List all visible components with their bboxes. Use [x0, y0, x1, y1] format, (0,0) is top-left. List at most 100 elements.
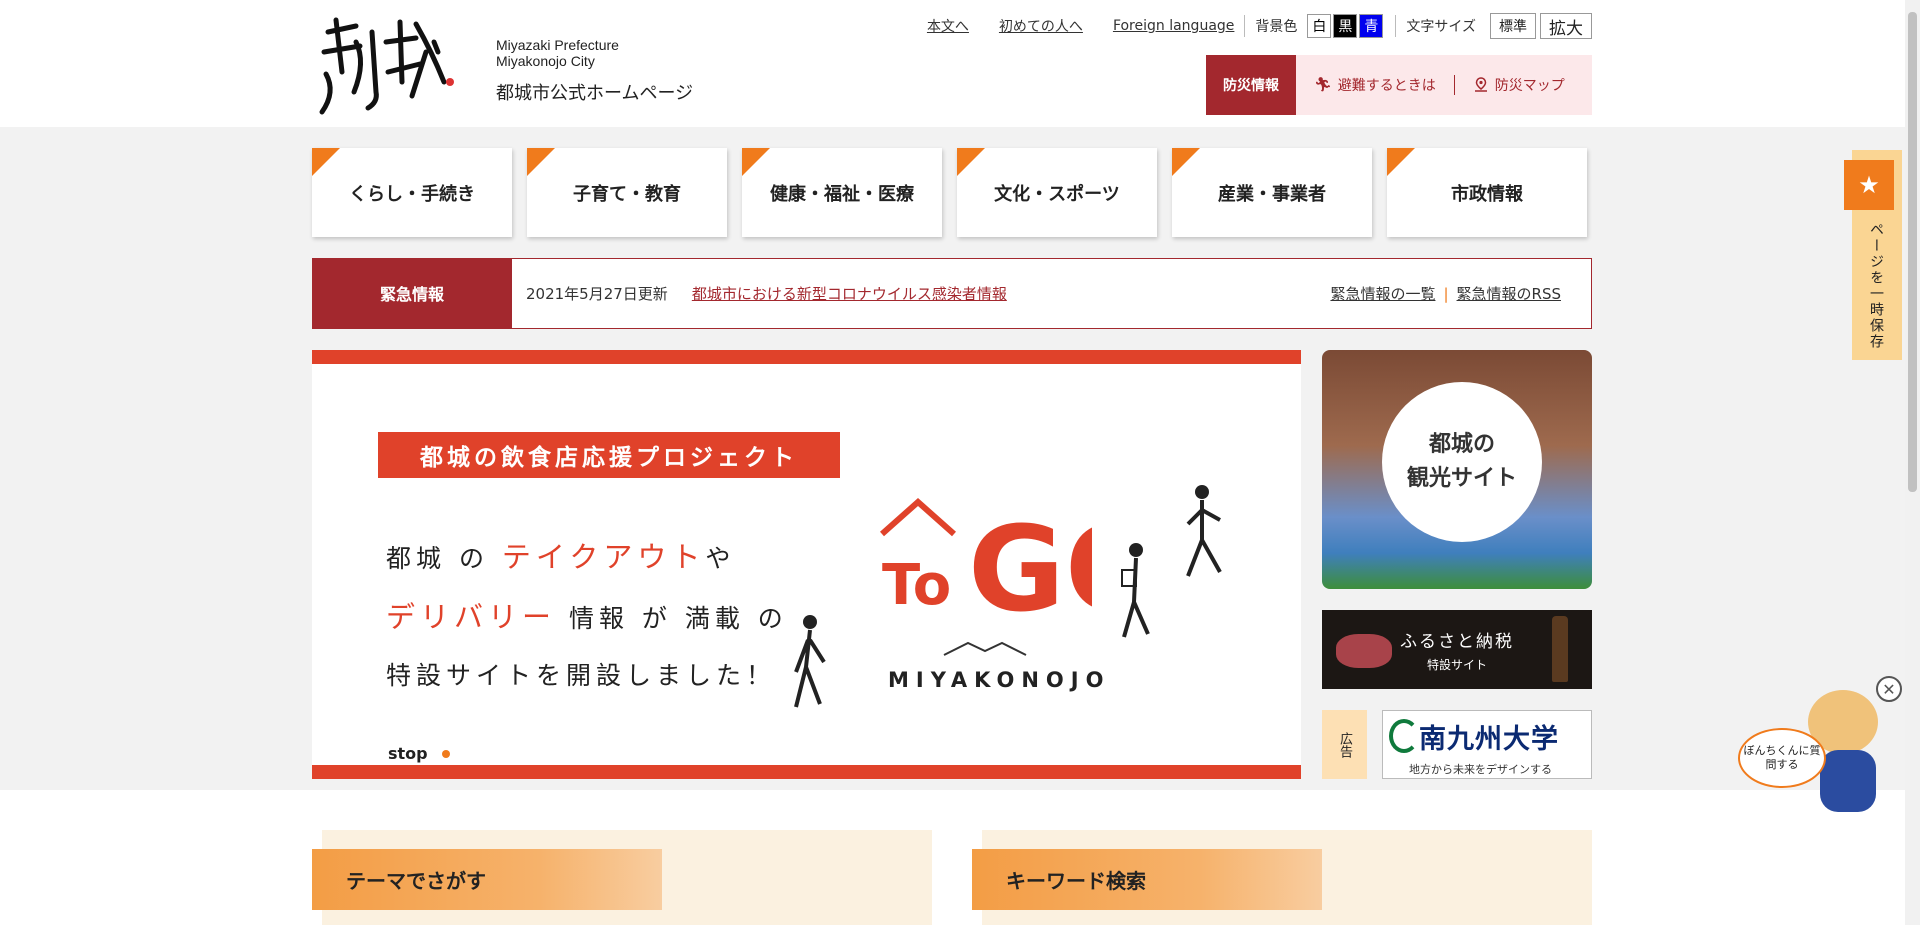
global-nav: くらし・手続き 子育て・教育 健康・福祉・医療 文化・スポーツ 産業・事業者 市… [312, 148, 1592, 237]
page-scrollbar[interactable] [1905, 0, 1920, 925]
emergency-rss-link[interactable]: 緊急情報のRSS [1457, 283, 1561, 304]
city-logo-mark[interactable] [316, 12, 456, 116]
banner-line1-b: や [705, 544, 736, 573]
evacuation-label: 避難するときは [1337, 78, 1436, 94]
bg-color-label: 背景色 [1255, 19, 1298, 35]
hazard-map-label: 防災マップ [1494, 78, 1565, 94]
keyword-search-heading: キーワード検索 [972, 849, 1322, 910]
logo-text[interactable]: Miyazaki Prefecture Miyakonojo City 都城市公… [496, 37, 693, 105]
corner-accent [312, 148, 340, 176]
university-ad-banner[interactable]: 南九州大学 地方から未来をデザインする [1382, 710, 1592, 779]
nav-label: 文化・スポーツ [994, 183, 1120, 205]
beef-image [1336, 634, 1392, 668]
nav-living[interactable]: くらし・手続き [312, 148, 512, 237]
covid-info-link[interactable]: 都城市における新型コロナウイルス感染者情報 [692, 283, 1007, 304]
furusato-tax-banner[interactable]: ふるさと納税 特設サイト [1322, 610, 1592, 689]
emergency-date: 2021年5月27日更新 [526, 285, 668, 303]
emergency-list-link[interactable]: 緊急情報の一覧 [1330, 283, 1435, 304]
walking-person-illustration [794, 615, 826, 708]
logo-jp: 都城市公式ホームページ [496, 83, 694, 104]
tourism-site-banner[interactable]: 都城の 観光サイト [1322, 350, 1592, 589]
foreign-language-link[interactable]: Foreign language [1113, 18, 1234, 34]
nav-label: 健康・福祉・医療 [770, 183, 914, 205]
mascot-chat-bubble[interactable]: ぼんちくんに質問する [1738, 728, 1826, 788]
furusato-title: ふるさと納税 [1400, 631, 1514, 652]
banner-logo-subtitle: MIYAKONOJO [888, 668, 1111, 692]
font-large-button[interactable]: 拡大 [1540, 13, 1592, 39]
divider: | [1443, 284, 1449, 303]
disaster-info-bar: 防災情報 🏃︎ 避難するときは 防災マップ [1206, 55, 1592, 115]
tourism-line1: 都城の [1428, 432, 1495, 457]
banner-line2-b: 情報 が 満載 の [556, 604, 788, 633]
emergency-links: 緊急情報の一覧 | 緊急情報のRSS [1330, 283, 1561, 304]
nav-industry[interactable]: 産業・事業者 [1172, 148, 1372, 237]
nav-label: 市政情報 [1451, 183, 1523, 205]
university-logo-icon [1389, 719, 1419, 753]
evacuation-link[interactable]: 🏃︎ 避難するときは [1296, 55, 1454, 115]
site-header: Miyazaki Prefecture Miyakonojo City 都城市公… [0, 0, 1905, 127]
first-visit-link[interactable]: 初めての人へ [999, 16, 1083, 36]
furusato-subtitle: 特設サイト [1426, 657, 1487, 672]
corner-accent [1387, 148, 1415, 176]
running-person-illustration [1186, 485, 1222, 577]
keyword-search-section: キーワード検索 [972, 830, 1592, 925]
mountain-icon [943, 641, 1027, 656]
corner-accent [742, 148, 770, 176]
banner-line-1: 都城 の テイクアウトや [386, 534, 735, 576]
togo-logo: To GO [880, 497, 1092, 622]
banner-line1-a: 都城 の [386, 544, 502, 573]
shochu-bottle-image [1552, 616, 1568, 682]
theme-search-heading: テーマでさがす [312, 849, 662, 910]
scrollbar-thumb[interactable] [1908, 12, 1917, 492]
disaster-info-title[interactable]: 防災情報 [1206, 55, 1296, 115]
university-ad-title: 南九州大学 [1419, 724, 1559, 755]
corner-accent [527, 148, 555, 176]
banner-title: 都城の飲食店応援プロジェクト [378, 432, 840, 478]
logo-go-text: GO [968, 500, 1092, 622]
hazard-map-link[interactable]: 防災マップ [1455, 55, 1583, 115]
font-size-label: 文字サイズ [1406, 19, 1476, 35]
delivery-person-illustration [1121, 543, 1150, 638]
nav-health[interactable]: 健康・福祉・医療 [742, 148, 942, 237]
close-icon[interactable]: ✕ [1876, 676, 1902, 702]
theme-search-section: テーマでさがす [312, 830, 932, 925]
divider [1395, 15, 1397, 37]
tourism-line2: 観光サイト [1406, 466, 1517, 491]
utility-bar: 本文へ 初めての人へ Foreign language 背景色 白 黒 青 文字… [927, 13, 1592, 39]
running-person-icon: 🏃︎ [1314, 77, 1332, 93]
mascot-body[interactable] [1820, 750, 1876, 812]
university-ad-tagline: 地方から未来をデザインする [1409, 763, 1552, 776]
map-pin-icon [1474, 77, 1487, 92]
logo-en-line2: Miyakonojo City [496, 53, 595, 69]
banner-line2-red: デリバリー [386, 600, 557, 634]
font-standard-button[interactable]: 標準 [1490, 13, 1536, 39]
tourism-banner-circle: 都城の 観光サイト [1382, 382, 1542, 542]
divider [1244, 15, 1246, 37]
bg-black-button[interactable]: 黒 [1333, 14, 1358, 38]
ad-label: 広告 [1322, 710, 1367, 779]
save-page-label: ページを一時保存 [1868, 222, 1884, 350]
stop-label: stop [388, 744, 428, 763]
emergency-info-bar: 緊急情報 2021年5月27日更新 都城市における新型コロナウイルス感染者情報 … [312, 257, 1592, 329]
hero-banner[interactable]: 都城の飲食店応援プロジェクト 都城 の テイクアウトや デリバリー 情報 が 満… [312, 350, 1301, 779]
nav-label: くらし・手続き [349, 183, 475, 205]
logo-en-line1: Miyazaki Prefecture [496, 37, 619, 53]
nav-city-admin[interactable]: 市政情報 [1387, 148, 1587, 237]
bg-blue-button[interactable]: 青 [1359, 14, 1384, 38]
slide-indicator-dot[interactable] [441, 749, 450, 758]
banner-line-2: デリバリー 情報 が 満載 の [386, 594, 788, 636]
banner-line-3: 特設サイトを開設しました！ [386, 661, 777, 690]
bg-white-button[interactable]: 白 [1307, 14, 1332, 38]
corner-accent [1172, 148, 1200, 176]
banner-line1-red: テイクアウト [501, 540, 706, 574]
slideshow-stop-button[interactable]: stop [388, 744, 450, 763]
nav-childcare[interactable]: 子育て・教育 [527, 148, 727, 237]
emergency-info-title: 緊急情報 [312, 257, 512, 329]
nav-label: 子育て・教育 [573, 183, 681, 205]
corner-accent [957, 148, 985, 176]
star-icon: ★ [1844, 160, 1894, 210]
save-page-tab[interactable]: ★ ページを一時保存 [1844, 150, 1902, 360]
nav-culture[interactable]: 文化・スポーツ [957, 148, 1157, 237]
logo-to-text: To [882, 553, 951, 618]
skip-to-content-link[interactable]: 本文へ [927, 16, 969, 36]
